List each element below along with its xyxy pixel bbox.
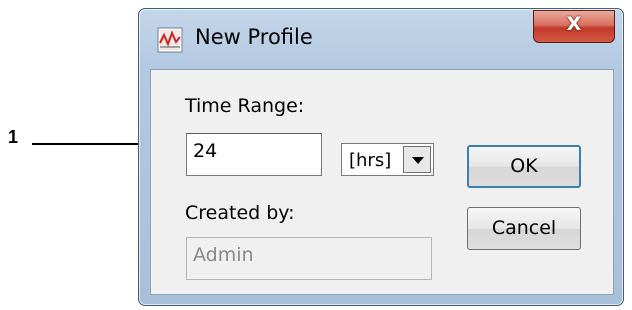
ok-button[interactable]: OK	[467, 145, 581, 188]
created-by-label: Created by:	[185, 202, 295, 224]
time-unit-select[interactable]: [hrs]	[341, 143, 434, 176]
dialog-client-area: Time Range: 24 [hrs] Created by: Admin O…	[150, 69, 614, 295]
created-by-field: Admin	[186, 237, 432, 280]
title-bar[interactable]: New Profile X	[139, 9, 623, 67]
time-unit-value: [hrs]	[349, 150, 392, 171]
time-range-label: Time Range:	[185, 95, 305, 117]
close-icon: X	[566, 13, 582, 35]
cancel-button[interactable]: Cancel	[467, 207, 581, 250]
chevron-down-icon[interactable]	[403, 146, 431, 173]
new-profile-dialog: New Profile X Time Range: 24 [hrs] Creat…	[138, 8, 624, 306]
callout-number: 1	[8, 127, 19, 147]
close-button[interactable]: X	[533, 10, 615, 43]
time-range-input[interactable]: 24	[186, 133, 322, 176]
dialog-title: New Profile	[195, 25, 313, 49]
profile-chart-icon	[157, 27, 183, 53]
